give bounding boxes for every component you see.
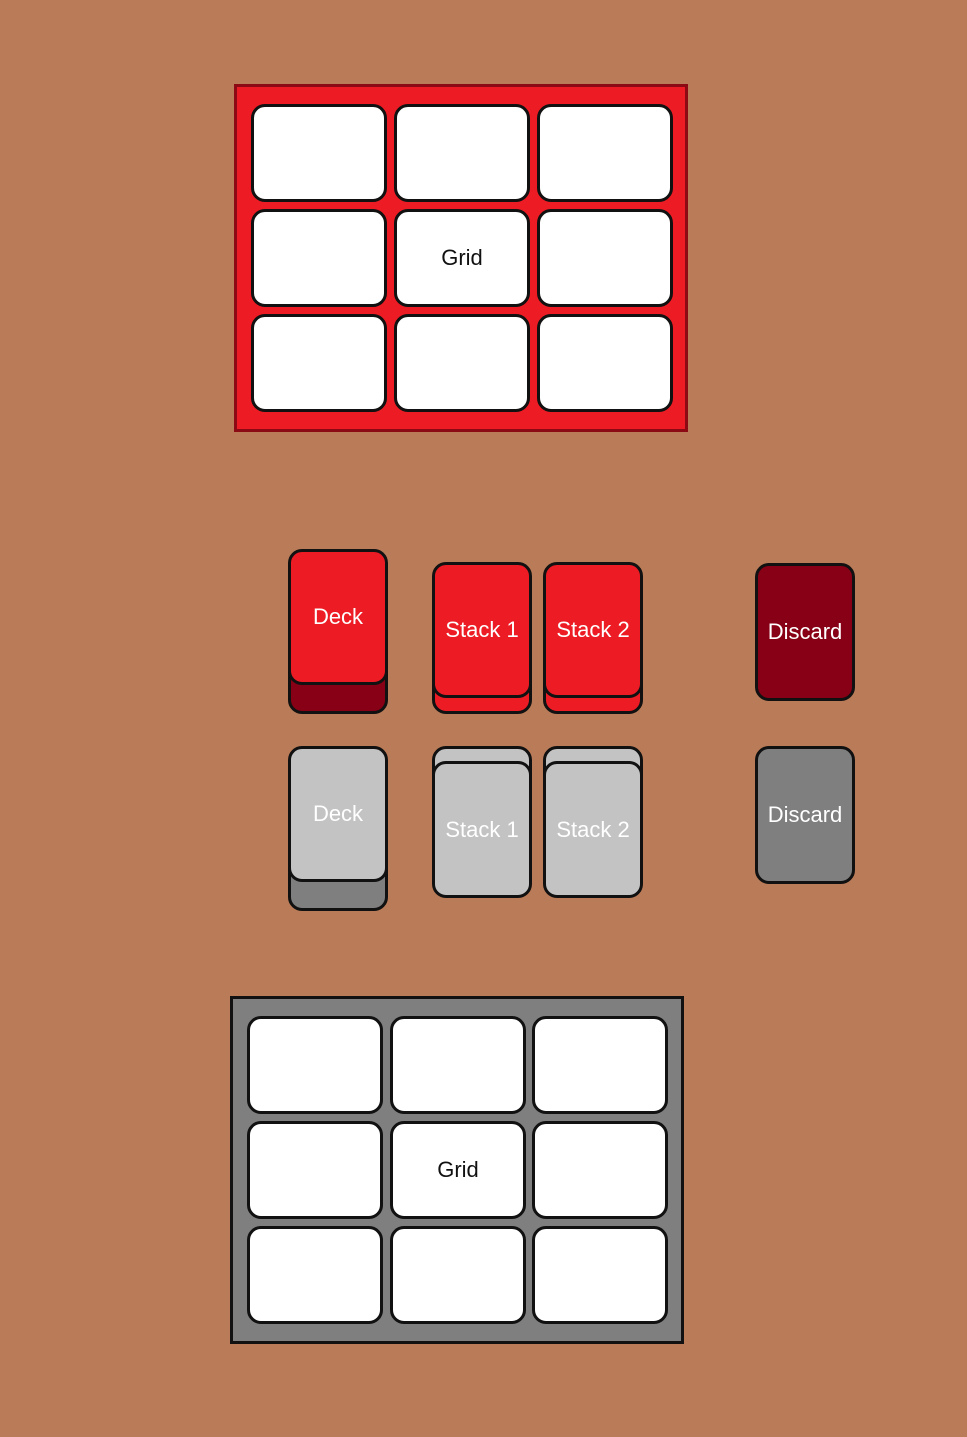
- red-grid-board: Grid: [234, 84, 688, 432]
- red-grid-cell-1[interactable]: [251, 104, 387, 202]
- red-grid-cell-7[interactable]: [251, 314, 387, 412]
- gray-grid-cell-4[interactable]: [247, 1121, 383, 1219]
- gray-grid-cell-9[interactable]: [532, 1226, 668, 1324]
- gray-grid-cell-6[interactable]: [532, 1121, 668, 1219]
- red-stack-1-label: Stack 1: [445, 617, 519, 642]
- red-deck-label: Deck: [312, 604, 364, 629]
- gray-grid-cell-2[interactable]: [390, 1016, 526, 1114]
- gray-grid-board: Grid: [230, 996, 684, 1344]
- gray-deck-card[interactable]: Deck: [288, 746, 388, 882]
- red-grid-cell-4[interactable]: [251, 209, 387, 307]
- red-discard[interactable]: Discard: [755, 563, 855, 701]
- gray-discard[interactable]: Discard: [755, 746, 855, 884]
- red-stack-1-card[interactable]: Stack 1: [432, 562, 532, 698]
- gray-grid-cell-8[interactable]: [390, 1226, 526, 1324]
- red-grid-cell-9[interactable]: [537, 314, 673, 412]
- red-grid-cell-2[interactable]: [394, 104, 530, 202]
- gray-grid-cell-5[interactable]: Grid: [390, 1121, 526, 1219]
- gray-stack-2-card[interactable]: Stack 2: [543, 761, 643, 898]
- red-deck-card[interactable]: Deck: [288, 549, 388, 685]
- red-grid-cell-5[interactable]: Grid: [394, 209, 530, 307]
- gray-stack-2-label: Stack 2: [556, 816, 630, 842]
- red-stack-2-label: Stack 2: [556, 617, 630, 642]
- gray-discard-label: Discard: [767, 802, 843, 827]
- gray-grid-cell-3[interactable]: [532, 1016, 668, 1114]
- red-grid-cell-8[interactable]: [394, 314, 530, 412]
- red-grid-cell-6[interactable]: [537, 209, 673, 307]
- red-stack-2-card[interactable]: Stack 2: [543, 562, 643, 698]
- gray-grid-cell-7[interactable]: [247, 1226, 383, 1324]
- gray-grid-label: Grid: [437, 1157, 479, 1182]
- red-discard-label: Discard: [767, 619, 843, 644]
- red-grid-cell-3[interactable]: [537, 104, 673, 202]
- gray-grid-cell-1[interactable]: [247, 1016, 383, 1114]
- gray-deck-label: Deck: [312, 801, 364, 826]
- red-grid-label: Grid: [441, 245, 483, 270]
- gray-stack-1-card[interactable]: Stack 1: [432, 761, 532, 898]
- gray-stack-1-label: Stack 1: [445, 816, 519, 842]
